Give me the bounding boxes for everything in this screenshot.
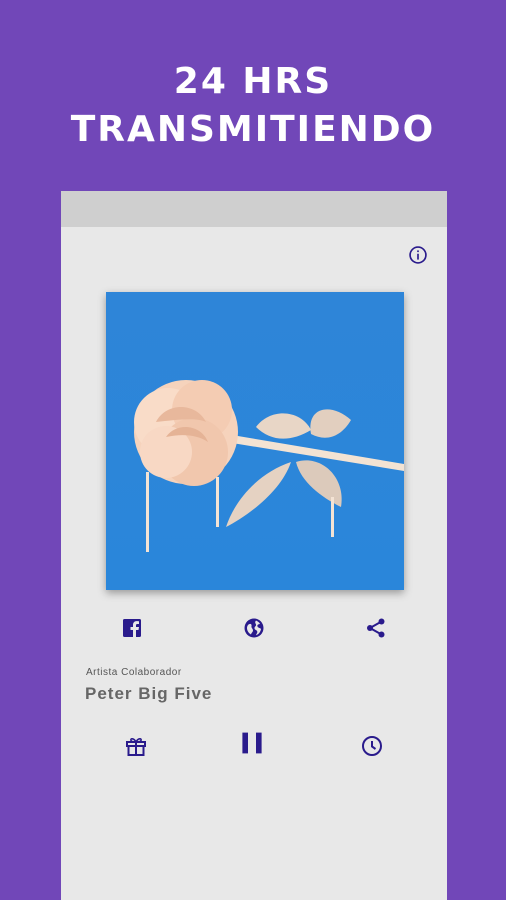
gift-icon[interactable] bbox=[124, 734, 148, 758]
headline-line-2: TRANSMITIENDO bbox=[70, 109, 436, 150]
artist-label: Artista Colaborador bbox=[86, 667, 182, 678]
facebook-icon[interactable] bbox=[120, 616, 144, 640]
artist-name: Peter Big Five bbox=[85, 684, 213, 703]
clock-icon[interactable] bbox=[360, 734, 384, 758]
phone-screen: Artista Colaborador Peter Big Five bbox=[61, 191, 447, 900]
info-icon[interactable] bbox=[408, 245, 428, 265]
rose-album-art bbox=[106, 292, 404, 590]
status-bar bbox=[61, 191, 447, 227]
headline-line-1: 24 HRS bbox=[173, 61, 333, 102]
pause-icon[interactable] bbox=[240, 731, 268, 761]
globe-icon[interactable] bbox=[242, 616, 266, 640]
album-art bbox=[106, 292, 404, 590]
share-icon[interactable] bbox=[364, 616, 388, 640]
headline: 24 HRS TRANSMITIENDO bbox=[0, 58, 506, 154]
